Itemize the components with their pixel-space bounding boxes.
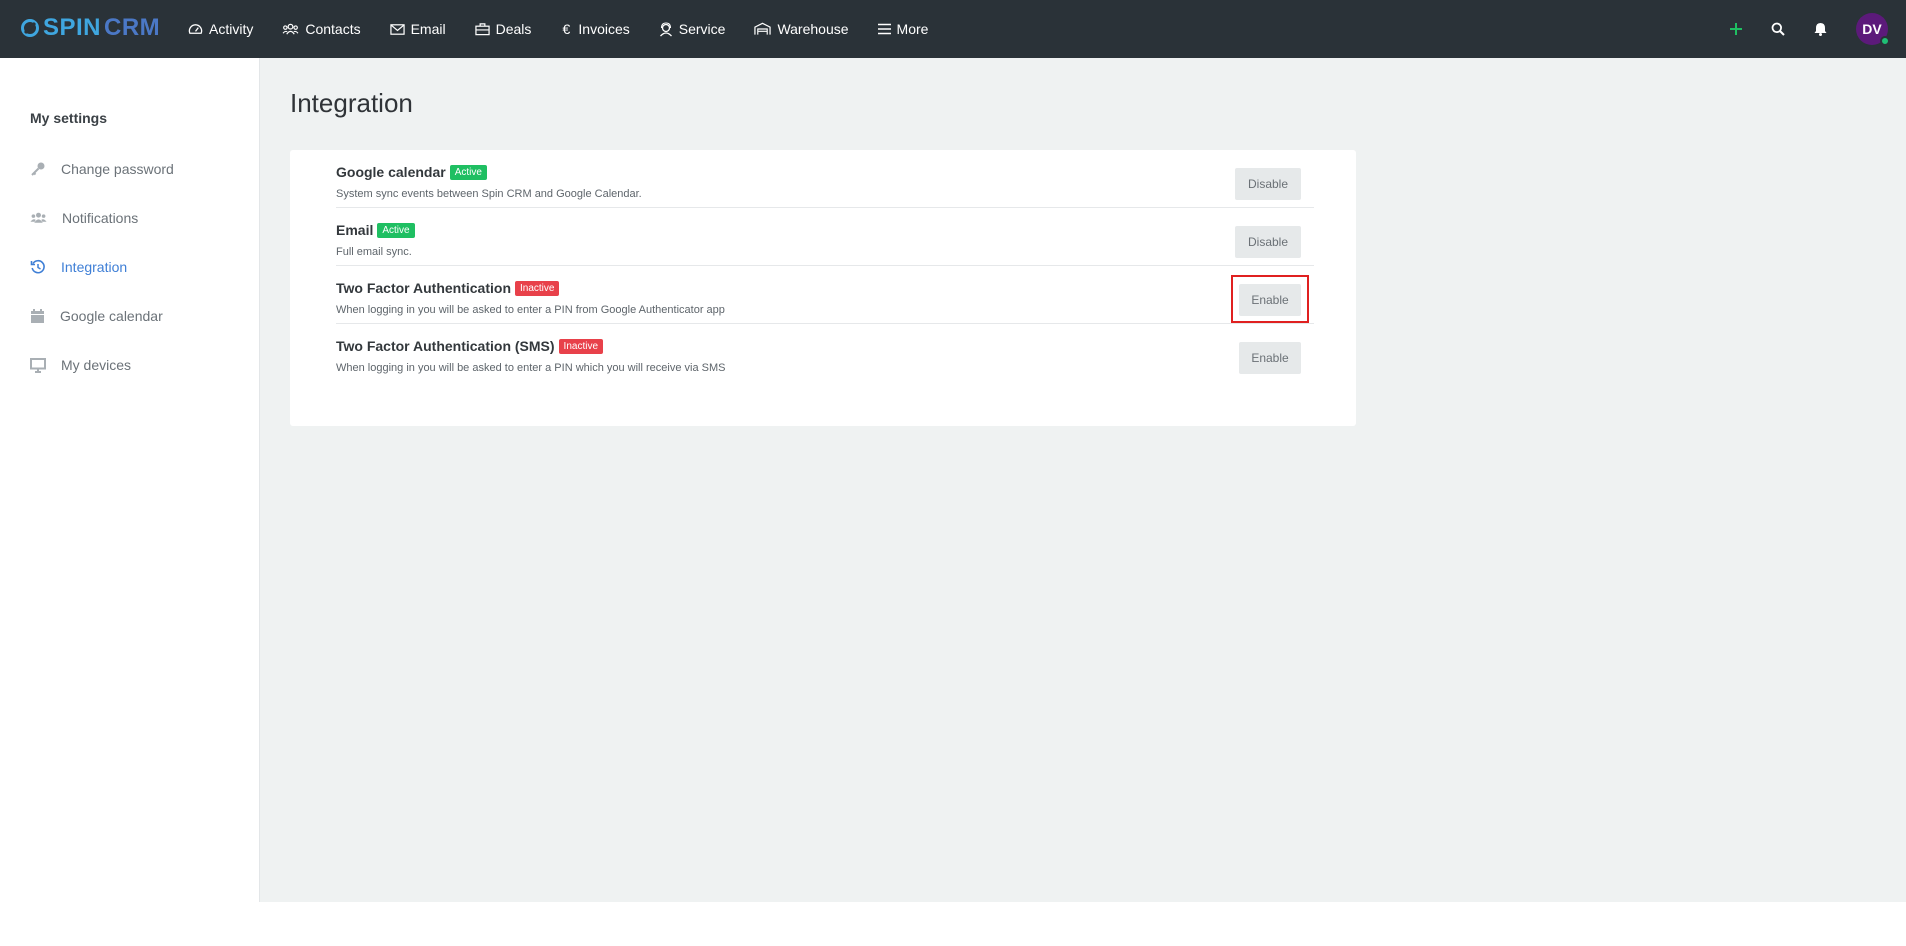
add-button[interactable] <box>1724 17 1748 41</box>
logo-crm-text: CRM <box>104 14 161 41</box>
users-icon <box>282 23 299 35</box>
nav-service-label: Service <box>678 21 726 37</box>
envelope-icon <box>389 23 405 35</box>
status-badge: Inactive <box>558 338 604 354</box>
online-status-dot <box>1880 36 1890 46</box>
top-navigation-bar: SPIN CRM Activity Contacts Email Deals € … <box>0 0 1906 58</box>
search-button[interactable] <box>1766 17 1790 41</box>
sidebar-item-label: Google calendar <box>60 308 163 324</box>
integration-row-email: Email Active Full email sync. Disable <box>336 208 1314 266</box>
status-badge: Active <box>449 164 487 180</box>
page-footer-area <box>0 902 1906 946</box>
nav-warehouse-label: Warehouse <box>777 21 849 37</box>
key-icon <box>31 162 45 176</box>
integration-title: Google calendar Active <box>336 164 487 180</box>
sidebar-item-label: Notifications <box>62 210 139 226</box>
warehouse-icon <box>754 22 772 35</box>
nav-email[interactable]: Email <box>389 0 446 58</box>
nav-deals[interactable]: Deals <box>474 0 532 58</box>
sidebar-item-change-password[interactable]: Change password <box>30 157 174 181</box>
page-title: Integration <box>290 88 413 118</box>
user-avatar[interactable]: DV <box>1856 13 1890 46</box>
main-content: Integration Google calendar Active Syste… <box>260 58 1906 902</box>
integration-title: Two Factor Authentication Inactive <box>336 280 560 296</box>
nav-service[interactable]: Service <box>659 0 726 58</box>
sidebar-item-notifications[interactable]: Notifications <box>30 206 138 230</box>
search-icon <box>1771 22 1785 36</box>
nav-invoices-label: Invoices <box>578 21 630 37</box>
plus-icon <box>1730 23 1742 35</box>
integration-title: Two Factor Authentication (SMS) Inactive <box>336 338 604 354</box>
sidebar-item-my-devices[interactable]: My devices <box>30 353 131 377</box>
menu-icon <box>877 23 891 35</box>
monitor-icon <box>30 357 46 373</box>
main-menu: Activity Contacts Email Deals € Invoices… <box>188 0 957 58</box>
sidebar-item-google-calendar[interactable]: Google calendar <box>30 304 163 328</box>
spincrm-logo[interactable]: SPIN CRM <box>20 14 160 42</box>
bell-icon <box>1814 23 1826 36</box>
integration-name: Two Factor Authentication <box>336 280 511 296</box>
nav-warehouse[interactable]: Warehouse <box>754 0 849 58</box>
calendar-icon <box>31 309 44 323</box>
integration-description: System sync events between Spin CRM and … <box>336 188 642 200</box>
logo-spin-text: SPIN <box>43 14 102 41</box>
nav-invoices[interactable]: € Invoices <box>560 0 630 58</box>
disable-email-button[interactable]: Disable <box>1235 226 1301 258</box>
history-icon <box>30 259 45 274</box>
nav-email-label: Email <box>410 21 446 37</box>
sidebar-item-label: My devices <box>61 357 132 373</box>
integration-title: Email Active <box>336 222 415 238</box>
integration-name: Email <box>336 222 374 238</box>
enable-two-factor-authentication-sms-button[interactable]: Enable <box>1239 342 1301 374</box>
users-icon <box>30 212 47 223</box>
nav-contacts[interactable]: Contacts <box>282 0 361 58</box>
logo-mark-icon <box>21 19 39 37</box>
avatar-initials: DV <box>1862 21 1882 37</box>
support-icon <box>659 21 672 36</box>
integration-description: When logging in you will be asked to ent… <box>336 362 726 374</box>
integration-name: Two Factor Authentication (SMS) <box>336 338 555 354</box>
settings-sidebar: My settings Change password Notification… <box>0 58 260 902</box>
sidebar-item-label: Integration <box>61 259 128 275</box>
integrations-card: Google calendar Active System sync event… <box>290 150 1356 426</box>
sidebar-title: My settings <box>30 110 108 126</box>
nav-activity[interactable]: Activity <box>188 0 253 58</box>
status-badge: Active <box>377 222 415 238</box>
status-badge: Inactive <box>515 280 560 296</box>
integration-description: When logging in you will be asked to ent… <box>336 304 725 316</box>
nav-contacts-label: Contacts <box>305 21 361 37</box>
nav-more-label: More <box>896 21 929 37</box>
nav-more[interactable]: More <box>877 0 929 58</box>
disable-google-calendar-button[interactable]: Disable <box>1235 168 1301 200</box>
integration-row-google-calendar: Google calendar Active System sync event… <box>336 150 1314 208</box>
integration-description: Full email sync. <box>336 246 412 258</box>
integration-row-two-factor-authentication: Two Factor Authentication Inactive When … <box>336 266 1314 324</box>
nav-activity-label: Activity <box>209 21 254 37</box>
gauge-icon <box>188 23 203 34</box>
nav-deals-label: Deals <box>495 21 532 37</box>
sidebar-item-label: Change password <box>61 161 174 177</box>
notifications-button[interactable] <box>1808 17 1832 41</box>
highlight-box <box>1231 275 1309 323</box>
integration-row-two-factor-authentication-sms: Two Factor Authentication (SMS) Inactive… <box>336 324 1314 382</box>
integration-name: Google calendar <box>336 164 446 180</box>
briefcase-icon <box>474 23 490 36</box>
euro-icon: € <box>562 21 571 37</box>
sidebar-item-integration[interactable]: Integration <box>30 255 127 279</box>
